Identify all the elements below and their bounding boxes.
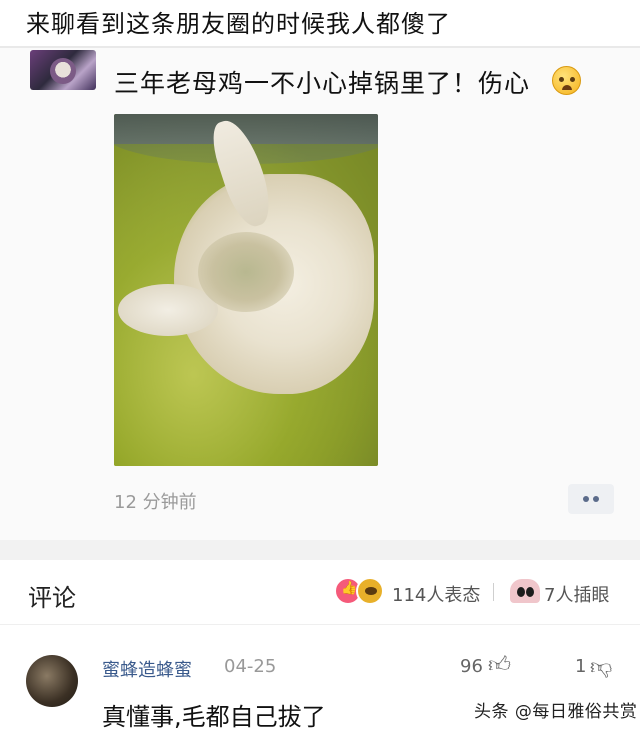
post-photo[interactable] bbox=[114, 114, 378, 466]
crying-face-icon bbox=[552, 66, 581, 95]
headline: 来聊看到这条朋友圈的时候我人都傻了 bbox=[26, 10, 451, 38]
moment-post: 三年老母鸡一不小心掉锅里了！伤心 12 分钟前 bbox=[0, 48, 640, 540]
watermark: 头条 @每日雅俗共赏 bbox=[474, 702, 638, 722]
poster-avatar[interactable] bbox=[30, 50, 96, 90]
comment-like-count: 96 bbox=[460, 656, 483, 677]
eyes-icon[interactable] bbox=[510, 579, 540, 603]
post-text: 三年老母鸡一不小心掉锅里了！伤心 bbox=[114, 69, 531, 98]
comments-title: 评论 bbox=[28, 584, 76, 612]
reaction-icons[interactable] bbox=[334, 577, 388, 605]
chicken-leg bbox=[118, 284, 218, 336]
comment-text: 真懂事,毛都自己拔了 bbox=[102, 703, 326, 729]
header-divider bbox=[493, 583, 494, 601]
comment-dislike-count: 1 bbox=[575, 656, 587, 677]
post-time: 12 分钟前 bbox=[114, 492, 197, 513]
bee-reaction-icon bbox=[356, 577, 384, 605]
comment-date: 04-25 bbox=[224, 656, 277, 677]
reactions-count[interactable]: 114人表态 bbox=[392, 581, 480, 607]
comment-author[interactable]: 蜜蜂造蜂蜜 bbox=[102, 656, 192, 682]
chicken-cavity bbox=[198, 232, 294, 312]
thumbs-up-icon[interactable]: 👍︎ bbox=[488, 651, 511, 678]
comments-divider bbox=[0, 624, 640, 625]
thumbs-down-icon[interactable]: 👎︎ bbox=[590, 653, 612, 680]
more-options-button[interactable] bbox=[568, 484, 614, 514]
section-gap bbox=[0, 540, 640, 560]
eyes-count[interactable]: 7人插眼 bbox=[544, 581, 609, 607]
comment-avatar[interactable] bbox=[26, 655, 78, 707]
